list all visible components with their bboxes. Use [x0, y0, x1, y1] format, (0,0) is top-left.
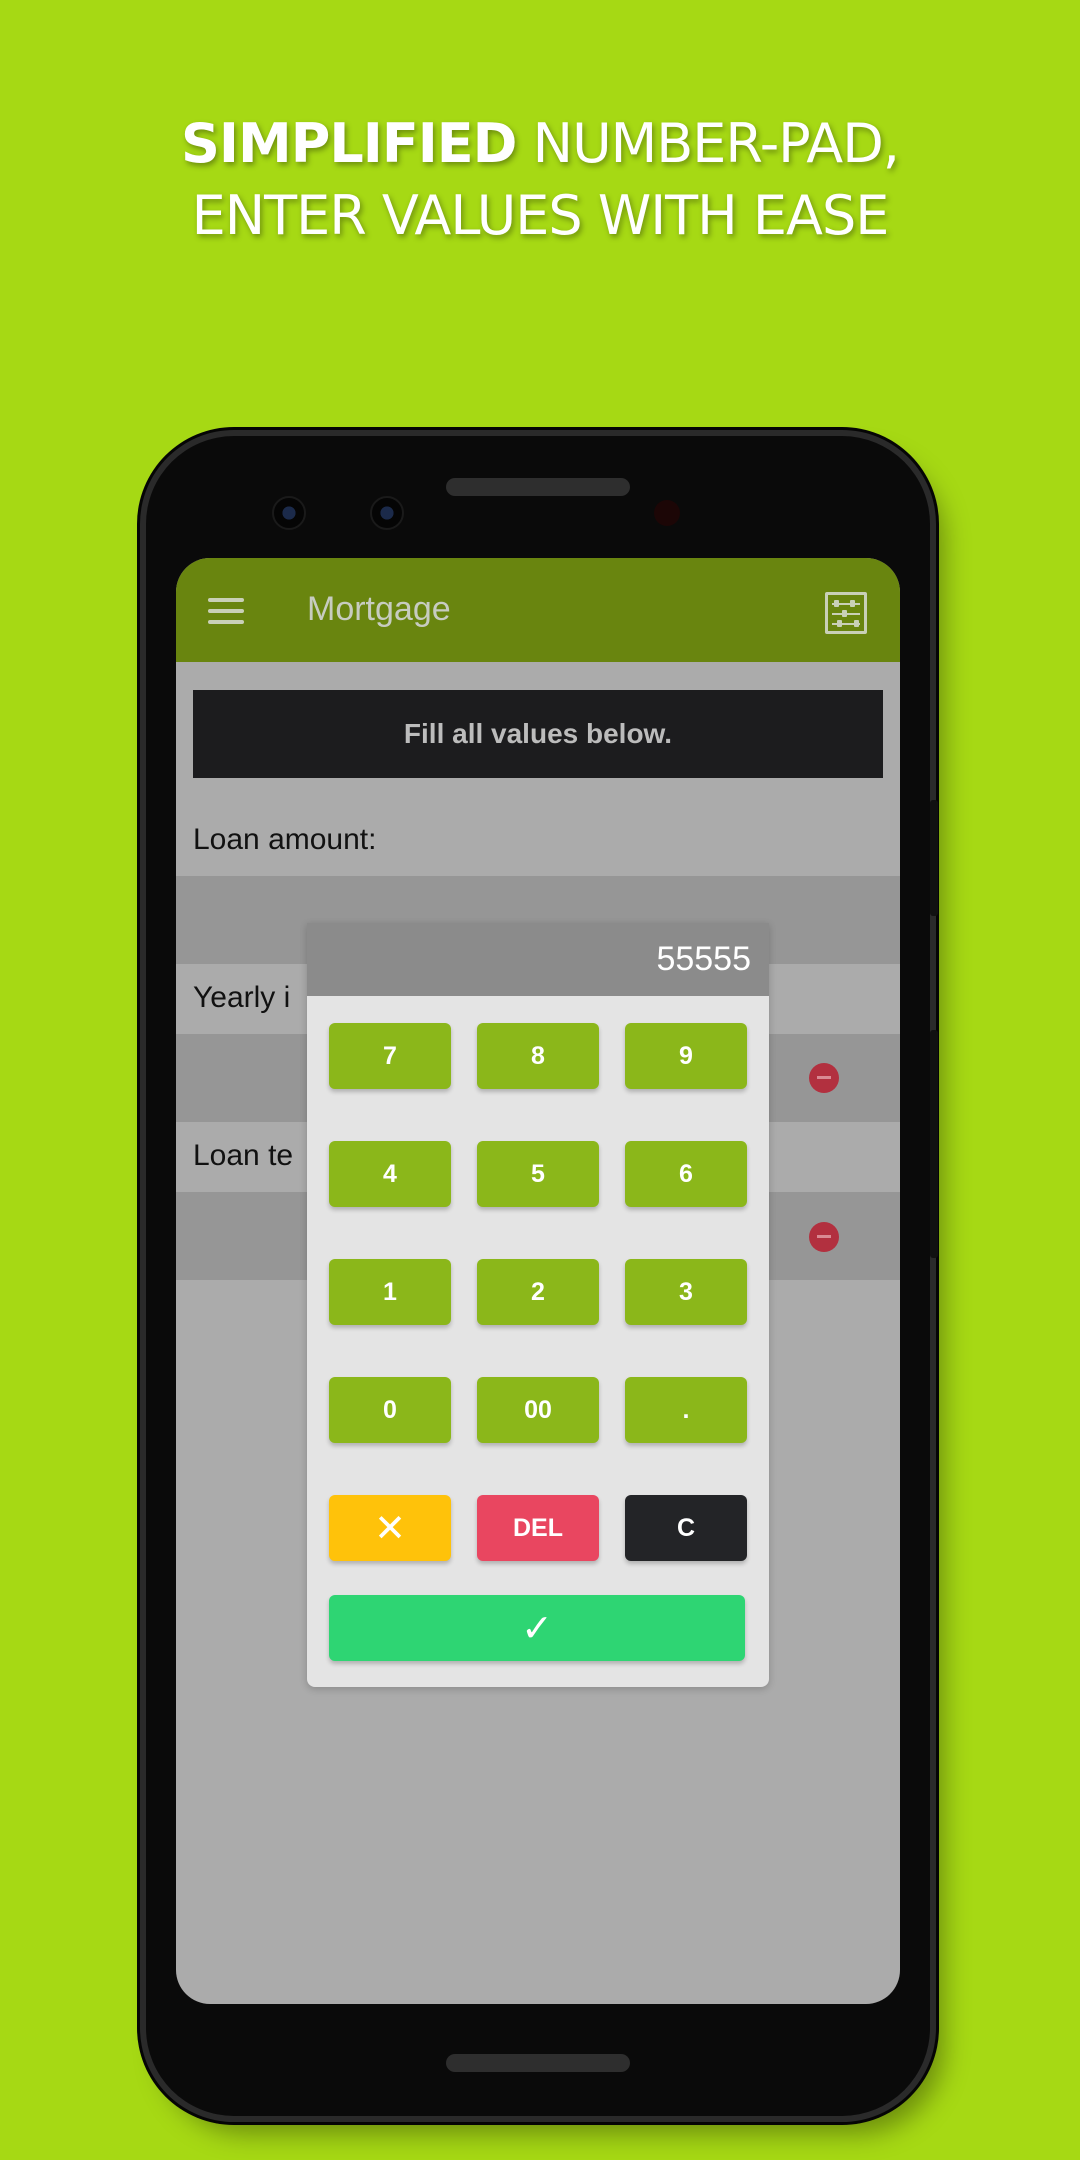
number-pad-display: 55555	[307, 923, 769, 996]
remove-icon[interactable]	[809, 1063, 839, 1093]
clear-button[interactable]: C	[625, 1495, 747, 1561]
key-5[interactable]: 5	[477, 1141, 599, 1207]
app-title: Mortgage	[307, 590, 451, 628]
key-3[interactable]: 3	[625, 1259, 747, 1325]
key-4[interactable]: 4	[329, 1141, 451, 1207]
number-pad-dialog: 55555 7 8 9 4 5 6 1 2 3 0 00 . ✕ DEL C ✓	[307, 923, 769, 1687]
headline-line-1-rest: NUMBER-PAD,	[516, 112, 900, 175]
key-8[interactable]: 8	[477, 1023, 599, 1089]
key-6[interactable]: 6	[625, 1141, 747, 1207]
confirm-button[interactable]: ✓	[329, 1595, 745, 1661]
key-decimal[interactable]: .	[625, 1377, 747, 1443]
phone-side-button	[930, 800, 938, 916]
yearly-interest-label: Yearly i	[193, 981, 291, 1014]
hamburger-menu-icon[interactable]	[208, 598, 244, 624]
promo-headline: SIMPLIFIED NUMBER-PAD, ENTER VALUES WITH…	[0, 108, 1080, 252]
key-0[interactable]: 0	[329, 1377, 451, 1443]
phone-bottom-speaker	[446, 2054, 630, 2072]
phone-volume-button	[930, 1030, 938, 1258]
notice-banner: Fill all values below.	[193, 690, 883, 778]
key-2[interactable]: 2	[477, 1259, 599, 1325]
headline-bold-word: SIMPLIFIED	[181, 112, 517, 175]
loan-amount-label: Loan amount:	[193, 823, 377, 856]
app-bar: Mortgage	[176, 558, 900, 662]
abacus-icon[interactable]	[825, 592, 867, 634]
delete-button[interactable]: DEL	[477, 1495, 599, 1561]
key-00[interactable]: 00	[477, 1377, 599, 1443]
remove-icon[interactable]	[809, 1222, 839, 1252]
headline-line-2: ENTER VALUES WITH EASE	[191, 184, 890, 247]
cancel-button[interactable]: ✕	[329, 1495, 451, 1561]
key-7[interactable]: 7	[329, 1023, 451, 1089]
key-9[interactable]: 9	[625, 1023, 747, 1089]
phone-top-speaker	[446, 478, 630, 496]
proximity-sensor	[654, 500, 680, 526]
front-camera-2-icon	[370, 496, 404, 530]
front-camera-icon	[272, 496, 306, 530]
key-1[interactable]: 1	[329, 1259, 451, 1325]
headline-line-1: SIMPLIFIED NUMBER-PAD,	[0, 108, 1080, 180]
loan-term-label: Loan te	[193, 1139, 294, 1172]
